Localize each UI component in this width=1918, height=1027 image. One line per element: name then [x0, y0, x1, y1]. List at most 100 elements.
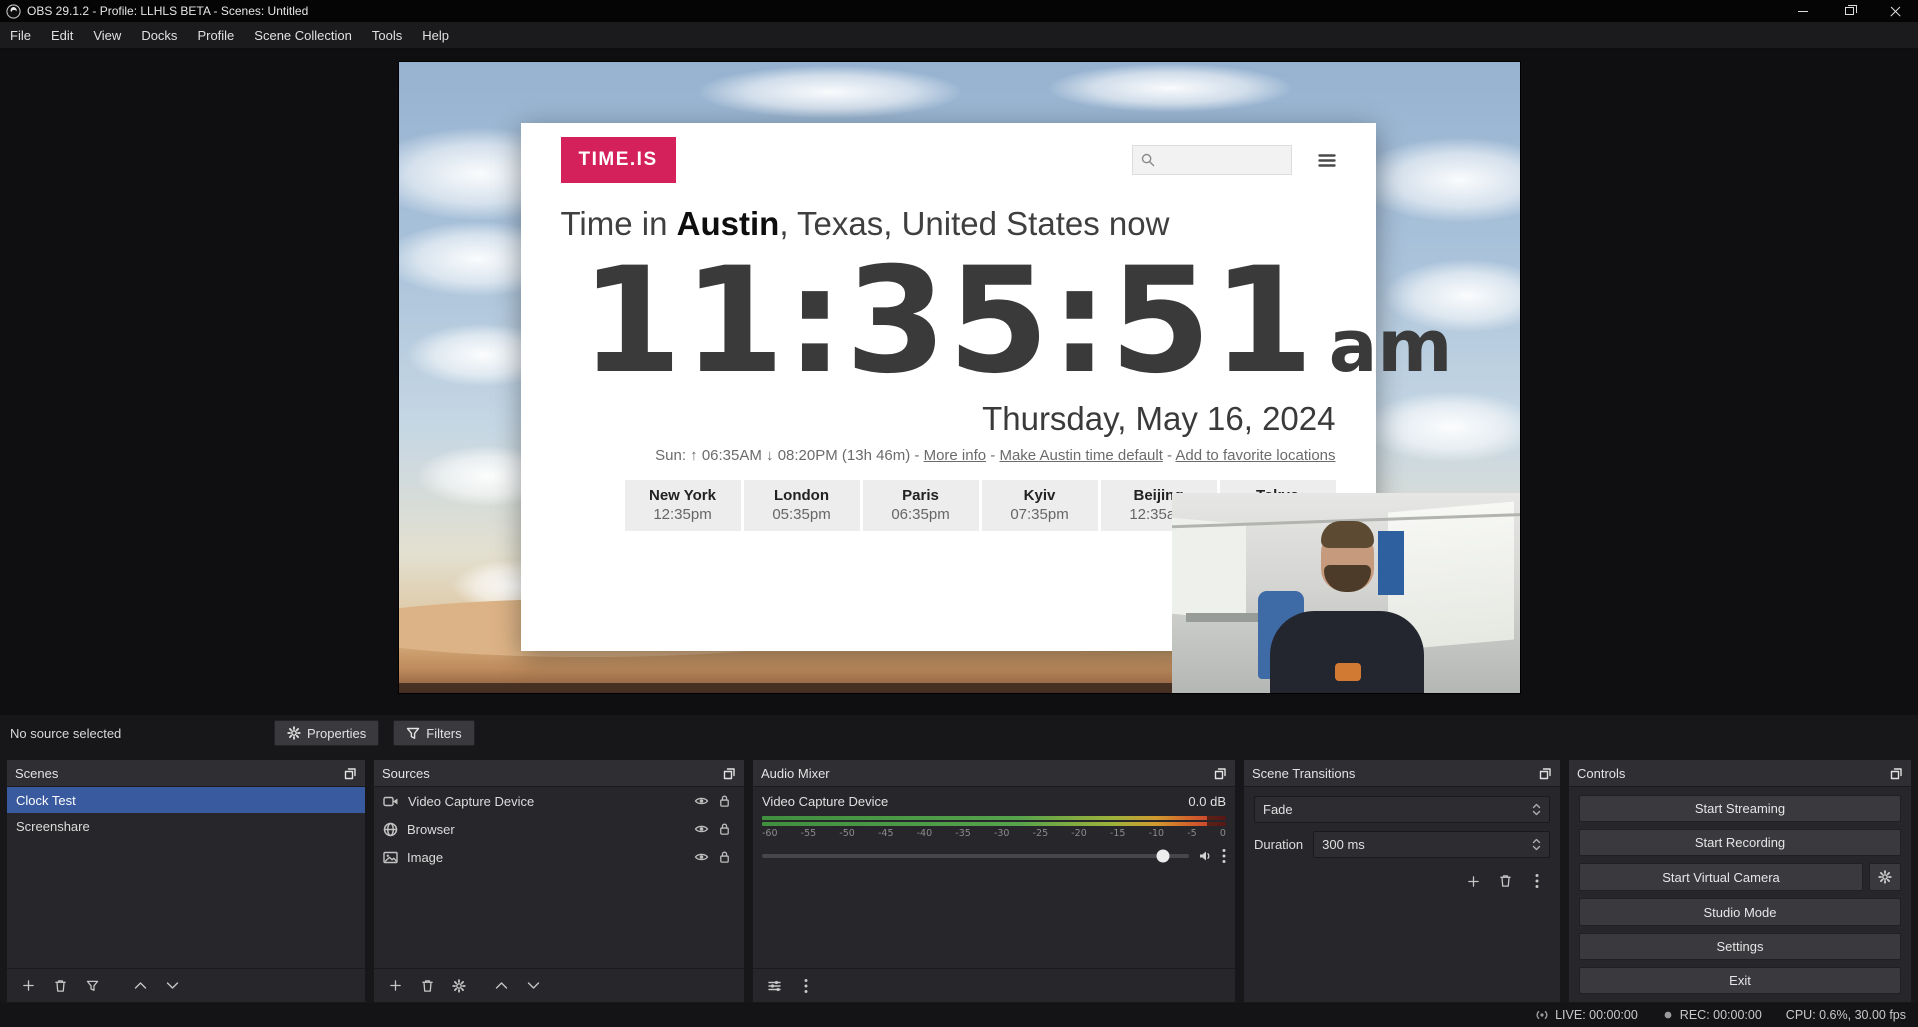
visibility-eye-icon[interactable] [694, 851, 709, 863]
minimize-button[interactable] [1780, 0, 1826, 22]
world-clock-kyiv[interactable]: Kyiv07:35pm [982, 480, 1098, 531]
close-icon [1890, 6, 1901, 17]
duration-spinbox[interactable]: 300 ms [1313, 831, 1550, 858]
sources-panel-header: Sources [374, 760, 744, 787]
menu-view[interactable]: View [83, 22, 131, 48]
virtual-camera-settings-button[interactable] [1869, 863, 1901, 891]
channel-menu-button[interactable] [1222, 848, 1226, 864]
trash-icon [421, 979, 434, 993]
spinbox-arrows-icon[interactable] [1532, 837, 1541, 852]
close-button[interactable] [1872, 0, 1918, 22]
scene-item-clock-test[interactable]: Clock Test [7, 787, 365, 813]
mixer-level-db: 0.0 dB [1188, 794, 1226, 809]
transitions-body: Fade Duration 300 ms [1244, 787, 1560, 1002]
sources-panel-title: Sources [382, 766, 430, 781]
transition-select[interactable]: Fade [1254, 796, 1550, 823]
remove-scene-button[interactable] [47, 974, 73, 998]
cloud-shape [1049, 64, 1291, 112]
popout-icon[interactable] [1214, 767, 1227, 780]
gear-icon [1878, 870, 1892, 884]
popout-icon[interactable] [1539, 767, 1552, 780]
source-toolbar: No source selected Properties Filters [0, 715, 1918, 751]
menu-profile[interactable]: Profile [187, 22, 244, 48]
start-virtual-camera-button[interactable]: Start Virtual Camera [1579, 863, 1863, 891]
source-item-browser[interactable]: Browser [374, 815, 744, 843]
lock-icon[interactable] [718, 850, 731, 864]
sources-list: Video Capture Device Browser Image [374, 787, 744, 968]
record-icon [1662, 1009, 1674, 1021]
source-move-up-button[interactable] [488, 974, 514, 998]
make-default-link[interactable]: Make Austin time default [999, 447, 1162, 464]
lock-icon[interactable] [718, 794, 731, 808]
speaker-icon[interactable] [1198, 849, 1213, 863]
source-move-down-button[interactable] [520, 974, 546, 998]
source-properties-button[interactable] [446, 974, 472, 998]
popout-icon[interactable] [1890, 767, 1903, 780]
gear-icon [287, 726, 301, 740]
popout-icon[interactable] [723, 767, 736, 780]
timeis-logo[interactable]: TIME.IS [561, 137, 676, 183]
settings-button[interactable]: Settings [1579, 933, 1901, 960]
start-streaming-button[interactable]: Start Streaming [1579, 795, 1901, 822]
filters-button[interactable]: Filters [393, 720, 474, 746]
scene-move-up-button[interactable] [127, 974, 153, 998]
preview-canvas[interactable]: TIME.IS Time in Austin, Texas, United St… [399, 62, 1520, 693]
add-scene-button[interactable] [15, 974, 41, 998]
exit-button[interactable]: Exit [1579, 967, 1901, 994]
mixer-source-name: Video Capture Device [762, 794, 888, 809]
sun-times: Sun: ↑ 06:35AM ↓ 08:20PM (13h 46m) - [655, 447, 923, 464]
source-status-label: No source selected [10, 726, 260, 741]
remove-source-button[interactable] [414, 974, 440, 998]
menu-edit[interactable]: Edit [41, 22, 83, 48]
hamburger-menu-icon[interactable] [1318, 153, 1336, 168]
obs-window: OBS 29.1.2 - Profile: LLHLS BETA - Scene… [0, 0, 1918, 1027]
start-recording-button[interactable]: Start Recording [1579, 829, 1901, 856]
menu-scene-collection[interactable]: Scene Collection [244, 22, 362, 48]
scene-filters-button[interactable] [79, 974, 105, 998]
live-status: LIVE: 00:00:00 [1535, 1008, 1638, 1022]
duration-label: Duration [1254, 837, 1303, 852]
obs-logo-icon [6, 4, 21, 19]
popout-icon[interactable] [344, 767, 357, 780]
chevron-up-icon [495, 981, 508, 990]
window-title: OBS 29.1.2 - Profile: LLHLS BETA - Scene… [27, 4, 1780, 18]
volume-meter: -60-55-50-45-40-35-30-25-20-15-10-50 [762, 816, 1226, 839]
mixer-menu-button[interactable] [793, 974, 819, 998]
menu-help[interactable]: Help [412, 22, 459, 48]
transition-menu-button[interactable] [1524, 869, 1550, 893]
properties-button[interactable]: Properties [274, 720, 379, 746]
restore-button[interactable] [1826, 0, 1872, 22]
minimize-icon [1798, 11, 1808, 12]
add-source-button[interactable] [382, 974, 408, 998]
chevron-down-icon [166, 981, 179, 990]
visibility-eye-icon[interactable] [694, 795, 709, 807]
menu-file[interactable]: File [0, 22, 41, 48]
advanced-audio-button[interactable] [761, 974, 787, 998]
visibility-eye-icon[interactable] [694, 823, 709, 835]
world-clock-paris[interactable]: Paris06:35pm [863, 480, 979, 531]
slider-handle[interactable] [1157, 850, 1170, 863]
add-transition-button[interactable] [1460, 869, 1486, 893]
trash-icon [54, 979, 67, 993]
audio-mixer-panel: Audio Mixer Video Capture Device 0.0 dB … [752, 759, 1236, 1003]
search-input[interactable] [1132, 145, 1292, 175]
world-clock-london[interactable]: London05:35pm [744, 480, 860, 531]
blue-pillar [1378, 531, 1404, 595]
statusbar: LIVE: 00:00:00 REC: 00:00:00 CPU: 0.6%, … [0, 1003, 1918, 1027]
remove-transition-button[interactable] [1492, 869, 1518, 893]
webcam-source [1172, 493, 1520, 693]
lock-icon[interactable] [718, 822, 731, 836]
scene-move-down-button[interactable] [159, 974, 185, 998]
source-item-image[interactable]: Image [374, 843, 744, 871]
menu-tools[interactable]: Tools [362, 22, 412, 48]
office-window [1172, 518, 1246, 620]
add-favorite-link[interactable]: Add to favorite locations [1175, 447, 1335, 464]
menu-docks[interactable]: Docks [131, 22, 187, 48]
person-hair [1321, 521, 1374, 548]
more-info-link[interactable]: More info [924, 447, 987, 464]
studio-mode-button[interactable]: Studio Mode [1579, 898, 1901, 925]
volume-slider[interactable] [762, 854, 1189, 858]
scene-item-screenshare[interactable]: Screenshare [7, 813, 365, 839]
world-clock-newyork[interactable]: New York12:35pm [625, 480, 741, 531]
source-item-video-capture[interactable]: Video Capture Device [374, 787, 744, 815]
